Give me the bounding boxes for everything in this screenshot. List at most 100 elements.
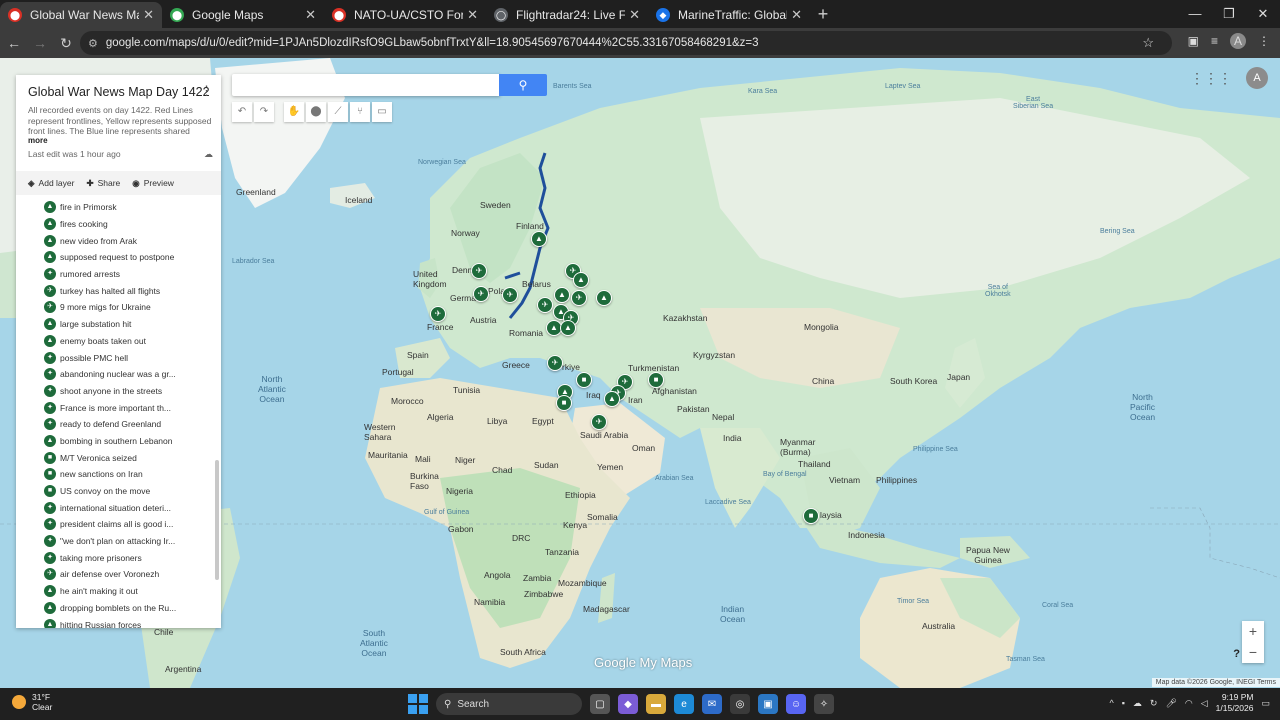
list-item[interactable]: ✦ France is more important th...	[16, 399, 214, 416]
tab-nato-csto[interactable]: ⬤ NATO-UA/CSTO Force Disposit ✕	[324, 2, 486, 28]
store-icon[interactable]: ▣	[758, 694, 778, 714]
wifi-icon[interactable]: ◠	[1185, 698, 1193, 709]
volume-icon[interactable]: ◁	[1201, 698, 1208, 709]
preview-button[interactable]: ◉ Preview	[132, 178, 174, 189]
map-canvas[interactable]: Greenland Iceland Norway Sweden Finland …	[0, 58, 1280, 688]
mail-icon[interactable]: ✉	[702, 694, 722, 714]
forward-icon[interactable]: →	[28, 35, 52, 51]
event-marker[interactable]: ■	[648, 372, 664, 388]
event-marker[interactable]: ✈	[537, 297, 553, 313]
queue-icon[interactable]: ≡	[1211, 34, 1218, 48]
search-button[interactable]: ⚲	[499, 74, 547, 96]
event-marker[interactable]: ▲	[604, 391, 620, 407]
zoom-out-button[interactable]: −	[1242, 642, 1264, 663]
add-marker-icon[interactable]: ⬤	[306, 102, 326, 122]
help-icon[interactable]: ?	[1233, 648, 1240, 660]
chevron-up-icon[interactable]: ^	[1109, 698, 1113, 708]
close-icon[interactable]: ✕	[305, 7, 316, 23]
notifications-icon[interactable]: ▭	[1261, 698, 1270, 709]
directions-icon[interactable]: ⑂	[350, 102, 370, 122]
edge-icon[interactable]: e	[674, 694, 694, 714]
profile-avatar[interactable]: A	[1230, 33, 1246, 49]
taskbar-search[interactable]: ⚲ Search	[436, 693, 582, 715]
event-marker[interactable]: ✈	[591, 414, 607, 430]
list-item[interactable]: ▲ new video from Arak	[16, 232, 214, 249]
hand-tool-icon[interactable]: ✋	[284, 102, 304, 122]
discord-icon[interactable]: ☺	[786, 694, 806, 714]
draw-line-icon[interactable]: ⟋	[328, 102, 348, 122]
tray-app-icon[interactable]: ▪	[1122, 698, 1125, 708]
event-marker[interactable]: ▲	[573, 272, 589, 288]
event-marker[interactable]: ▲	[531, 231, 547, 247]
list-item[interactable]: ▲ dropping bomblets on the Ru...	[16, 600, 214, 617]
mic-icon[interactable]: 🎤︎	[1165, 698, 1176, 709]
tab-global-war-news-map[interactable]: ⬤ Global War News Map Day 1422 ✕	[0, 2, 162, 28]
list-item[interactable]: ✦ taking more prisoners	[16, 549, 214, 566]
event-marker[interactable]: ✈	[502, 287, 518, 303]
side-panel-icon[interactable]: ▣	[1188, 34, 1199, 48]
list-item[interactable]: ✈ 9 more migs for Ukraine	[16, 299, 214, 316]
list-item[interactable]: ✦ rumored arrests	[16, 266, 214, 283]
list-item[interactable]: ✦ "we don't plan on attacking Ir...	[16, 533, 214, 550]
more-link[interactable]: more	[28, 136, 48, 145]
event-marker[interactable]: ■	[556, 395, 572, 411]
more-options-icon[interactable]: ⋮	[200, 83, 213, 99]
close-icon[interactable]: ✕	[791, 7, 802, 23]
site-info-icon[interactable]: ⚙	[88, 37, 98, 50]
map-attribution[interactable]: Map data ©2026 Google, INEGI Terms	[1151, 678, 1280, 687]
sync-icon[interactable]: ↻	[1150, 698, 1158, 709]
account-avatar[interactable]: A	[1246, 67, 1268, 89]
list-item[interactable]: ✦ shoot anyone in the streets	[16, 383, 214, 400]
list-item[interactable]: ✈ air defense over Voronezh	[16, 566, 214, 583]
close-icon[interactable]: ✕	[629, 7, 640, 23]
new-tab-button[interactable]: +	[810, 4, 836, 25]
event-marker[interactable]: ✈	[547, 355, 563, 371]
event-marker[interactable]: ✈	[473, 286, 489, 302]
list-item[interactable]: ▲ large substation hit	[16, 316, 214, 333]
tab-marinetraffic[interactable]: ◆ MarineTraffic: Global Ship Track ✕	[648, 2, 810, 28]
share-button[interactable]: ✚ Share	[86, 178, 120, 189]
list-item[interactable]: ▲ hitting Russian forces	[16, 616, 214, 628]
map-title[interactable]: Global War News Map Day 1422	[28, 85, 210, 99]
tab-google-maps[interactable]: ⬤ Google Maps ✕	[162, 2, 324, 28]
minimize-icon[interactable]: —	[1178, 0, 1212, 28]
start-button[interactable]	[408, 694, 428, 714]
clock[interactable]: 9:19 PM 1/15/2026	[1216, 692, 1254, 714]
list-item[interactable]: ▲ fire in Primorsk	[16, 199, 214, 216]
zoom-in-button[interactable]: +	[1242, 621, 1264, 642]
close-icon[interactable]: ✕	[143, 7, 154, 23]
list-item[interactable]: ▲ fires cooking	[16, 216, 214, 233]
list-item[interactable]: ▲ he ain't making it out	[16, 583, 214, 600]
menu-dots-icon[interactable]: ⋮	[1258, 34, 1270, 48]
close-icon[interactable]: ✕	[467, 7, 478, 23]
list-item[interactable]: ■ M/T Veronica seized	[16, 449, 214, 466]
url-bar[interactable]: ⚙ google.com/maps/d/u/0/edit?mid=1PJAn5D…	[80, 31, 1172, 55]
list-item[interactable]: ✦ ready to defend Greenland	[16, 416, 214, 433]
close-window-icon[interactable]: ✕	[1246, 0, 1280, 28]
map-search-input[interactable]	[232, 74, 500, 96]
event-marker[interactable]: ✈	[430, 306, 446, 322]
list-item[interactable]: ✈ turkey has halted all flights	[16, 282, 214, 299]
event-marker[interactable]: ▲	[560, 320, 576, 336]
file-explorer-icon[interactable]: ▬	[646, 694, 666, 714]
list-item[interactable]: ▲ supposed request to postpone	[16, 249, 214, 266]
redo-icon[interactable]: ↷	[254, 102, 274, 122]
back-icon[interactable]: ←	[2, 35, 26, 51]
weather-widget[interactable]: 31°F Clear	[12, 692, 52, 712]
panel-scrollbar[interactable]	[215, 460, 219, 580]
bookmark-star-icon[interactable]: ☆	[1142, 35, 1154, 51]
event-marker[interactable]: ▲	[596, 290, 612, 306]
list-item[interactable]: ■ new sanctions on Iran	[16, 466, 214, 483]
list-item[interactable]: ■ US convoy on the move	[16, 483, 214, 500]
cloud-icon[interactable]: ☁	[1133, 698, 1142, 709]
chrome-icon[interactable]: ◎	[730, 694, 750, 714]
ruler-icon[interactable]: ▭	[372, 102, 392, 122]
add-layer-button[interactable]: ◈ Add layer	[28, 178, 74, 189]
list-item[interactable]: ✦ international situation deteri...	[16, 499, 214, 516]
app-icon[interactable]: ✧	[814, 694, 834, 714]
event-marker[interactable]: ✈	[571, 290, 587, 306]
tab-flightradar24[interactable]: ◯ Flightradar24: Live Flight Track ✕	[486, 2, 648, 28]
event-marker[interactable]: ■	[576, 372, 592, 388]
list-item[interactable]: ▲ bombing in southern Lebanon	[16, 433, 214, 450]
apps-grid-icon[interactable]: ⋮⋮⋮	[1190, 70, 1232, 87]
